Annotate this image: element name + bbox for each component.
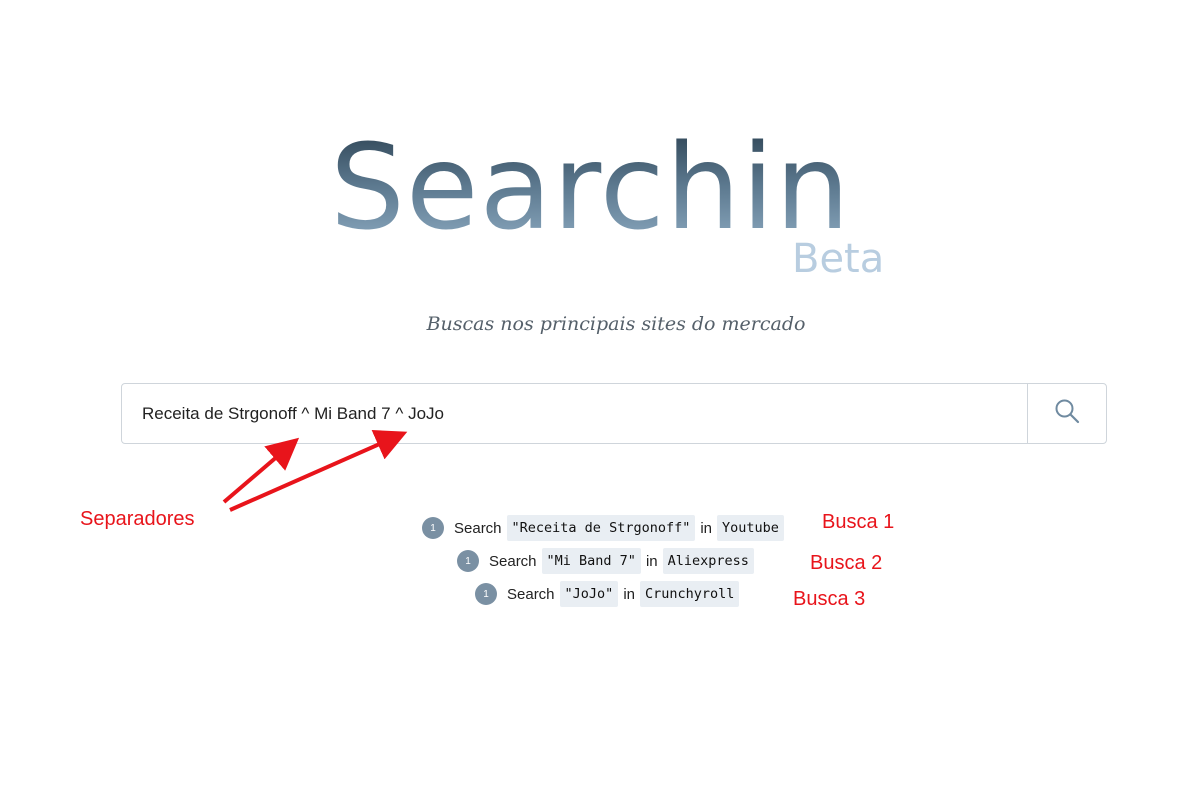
search-button[interactable] — [1027, 384, 1106, 443]
site-code: Youtube — [717, 515, 784, 541]
count-badge: 1 — [422, 517, 444, 539]
annotation-busca-3: Busca 3 — [793, 588, 866, 610]
in-word: in — [700, 519, 713, 537]
search-bar — [121, 383, 1107, 444]
logo-beta-badge: Beta — [792, 236, 885, 282]
count-badge: 1 — [457, 550, 479, 572]
logo: Searchin Beta — [320, 128, 920, 298]
annotation-busca-2: Busca 2 — [810, 552, 883, 574]
result-line: 1 Search "Mi Band 7" in Aliexpress — [457, 547, 759, 575]
site-code: Aliexpress — [662, 548, 754, 574]
page: Searchin Beta Buscas nos principais site… — [0, 0, 1204, 787]
page-subtitle: Buscas nos principais sites do mercado — [426, 313, 806, 335]
annotation-separadores: Separadores — [80, 508, 195, 530]
search-word: Search — [489, 552, 537, 570]
search-word: Search — [454, 519, 502, 537]
site-code: Crunchyroll — [640, 581, 740, 607]
logo-title: Searchin — [330, 118, 851, 256]
query-code: "Mi Band 7" — [541, 548, 641, 574]
result-line: 1 Search "JoJo" in Crunchyroll — [475, 580, 744, 608]
search-icon — [1054, 398, 1080, 429]
search-word: Search — [507, 585, 555, 603]
annotation-busca-1: Busca 1 — [822, 511, 895, 533]
in-word: in — [623, 585, 635, 603]
result-line: 1 Search "Receita de Strgonoff" in Youtu… — [422, 514, 789, 542]
count-badge: 1 — [475, 583, 497, 605]
query-code: "Receita de Strgonoff" — [506, 515, 696, 541]
search-input[interactable] — [122, 384, 1027, 443]
query-code: "JoJo" — [559, 581, 619, 607]
in-word: in — [645, 552, 658, 570]
